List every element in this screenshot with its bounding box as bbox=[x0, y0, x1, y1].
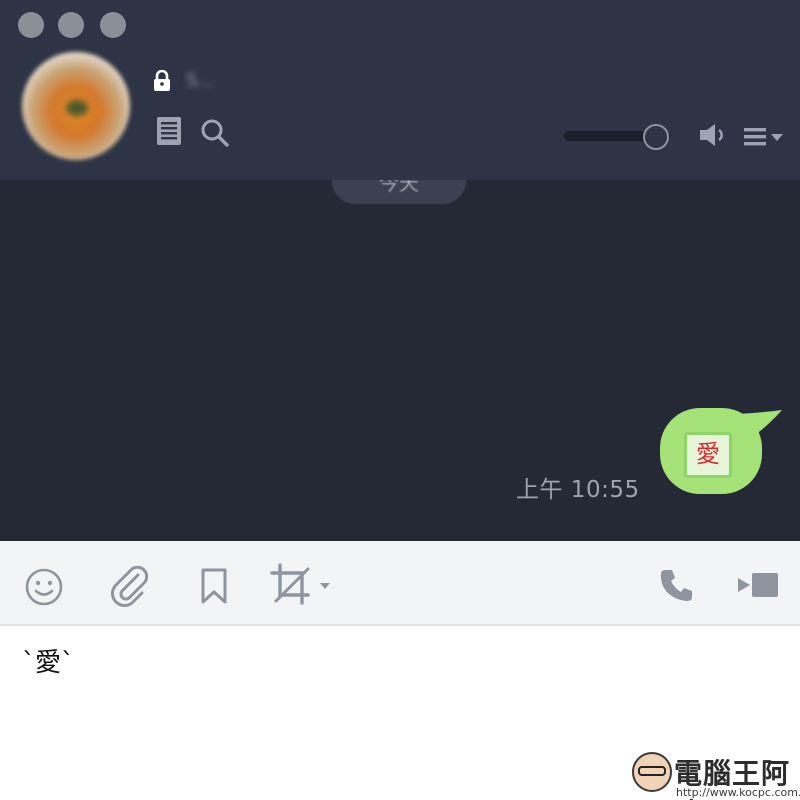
search-icon[interactable] bbox=[200, 118, 230, 148]
close-window-button[interactable] bbox=[18, 12, 44, 38]
menu-icon[interactable] bbox=[744, 126, 786, 148]
site-watermark: 電腦王阿達 http://www.kocpc.com.tw bbox=[624, 748, 800, 800]
love-sticker: 愛 bbox=[684, 432, 732, 478]
message-list: 今天 上午 10:55 愛 bbox=[0, 180, 800, 541]
message-input[interactable]: `愛` bbox=[22, 642, 74, 679]
chat-window: S... 今天 上午 10:55 愛 `愛` 電腦王阿 http://www.k… bbox=[0, 0, 800, 800]
input-toolbar bbox=[0, 541, 800, 626]
video-call-icon[interactable] bbox=[738, 571, 780, 599]
paperclip-icon[interactable] bbox=[108, 565, 150, 607]
speaker-icon[interactable] bbox=[698, 122, 728, 148]
minimize-window-button[interactable] bbox=[58, 12, 84, 38]
contact-avatar[interactable] bbox=[22, 52, 130, 160]
volume-knob[interactable] bbox=[643, 124, 669, 150]
bookmark-icon[interactable] bbox=[198, 567, 230, 605]
chat-header: S... bbox=[0, 0, 800, 180]
lock-icon bbox=[154, 70, 170, 91]
emoji-icon[interactable] bbox=[24, 567, 64, 607]
watermark-url: http://www.kocpc.com.tw bbox=[676, 786, 800, 799]
volume-slider[interactable] bbox=[564, 124, 682, 150]
message-timestamp: 上午 10:55 bbox=[516, 477, 640, 503]
crop-icon[interactable] bbox=[270, 563, 334, 607]
notes-icon[interactable] bbox=[156, 116, 182, 146]
phone-icon[interactable] bbox=[658, 567, 694, 603]
contact-name: S... bbox=[186, 70, 215, 91]
zoom-window-button[interactable] bbox=[100, 12, 126, 38]
date-separator: 今天 bbox=[332, 180, 466, 204]
mascot-logo bbox=[632, 752, 672, 792]
